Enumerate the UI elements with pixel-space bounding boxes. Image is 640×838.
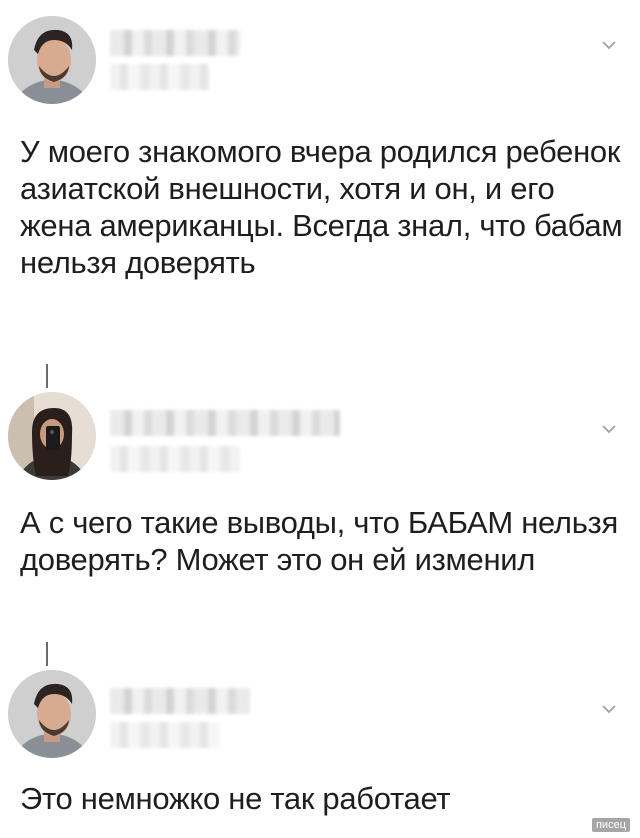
post-text: А с чего такие выводы, что БАБАМ нельзя … bbox=[20, 505, 618, 577]
thread-connector bbox=[46, 642, 48, 666]
blurred-username[interactable] bbox=[110, 410, 340, 436]
avatar[interactable] bbox=[8, 392, 96, 480]
post-text: У моего знакомого вчера родился ребенок … bbox=[20, 134, 623, 280]
chevron-down-icon[interactable] bbox=[600, 36, 618, 54]
blurred-username[interactable] bbox=[110, 30, 240, 56]
profile-photo-male bbox=[8, 670, 96, 758]
blurred-handle[interactable] bbox=[110, 64, 210, 90]
post-2: А с чего такие выводы, что БАБАМ нельзя … bbox=[0, 392, 640, 652]
chevron-down-icon[interactable] bbox=[600, 700, 618, 718]
watermark: писец bbox=[591, 818, 630, 832]
thread-connector bbox=[46, 364, 48, 388]
chevron-down-icon[interactable] bbox=[600, 420, 618, 438]
post-text: Это немножко не так работает bbox=[20, 781, 451, 816]
blurred-handle[interactable] bbox=[110, 722, 220, 748]
profile-photo-male bbox=[8, 16, 96, 104]
post-3: Это немножко не так работает bbox=[0, 670, 640, 838]
post-1: У моего знакомого вчера родился ребенок … bbox=[0, 0, 640, 360]
avatar[interactable] bbox=[8, 670, 96, 758]
profile-photo-female bbox=[8, 392, 96, 480]
blurred-username[interactable] bbox=[110, 688, 250, 714]
avatar[interactable] bbox=[8, 16, 96, 104]
blurred-handle[interactable] bbox=[110, 446, 240, 472]
